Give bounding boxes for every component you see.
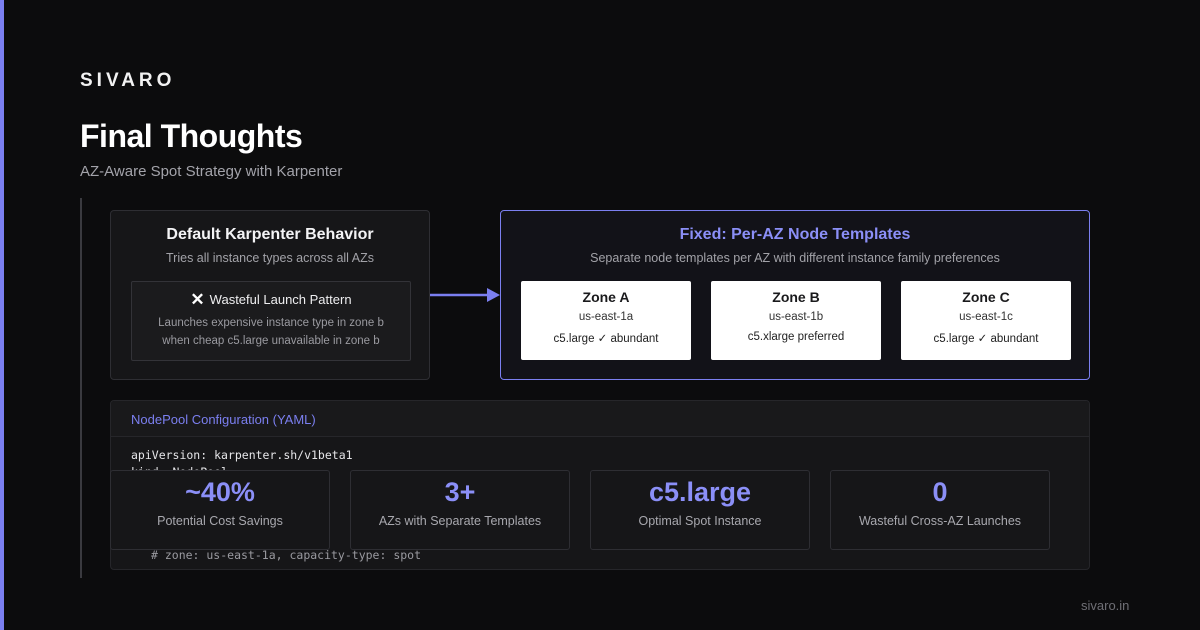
stat-label: AZs with Separate Templates: [378, 514, 542, 528]
default-card-title: Default Karpenter Behavior: [166, 226, 374, 243]
vertical-divider: [80, 198, 82, 578]
wasteful-launch-box: ✕ Wasteful Launch Pattern Launches expen…: [131, 281, 411, 361]
brand-logo: SIVARO: [80, 70, 176, 91]
stat-label: Optimal Spot Instance: [638, 514, 762, 528]
stat-card-cost-savings: ~40% Potential Cost Savings: [110, 470, 330, 550]
zone-card-a: Zone A us-east-1a c5.large ✓ abundant: [521, 281, 691, 360]
zone-name: Zone B: [772, 289, 820, 305]
zone-id: us-east-1c: [959, 311, 1013, 323]
footer-url: sivaro.in: [1081, 598, 1130, 613]
wasteful-launch-description: Launches expensive instance type in zone…: [132, 314, 410, 350]
zone-name: Zone C: [962, 289, 1010, 305]
zone-id: us-east-1b: [768, 311, 824, 323]
fixed-card-title: Fixed: Per-AZ Node Templates: [679, 226, 911, 243]
stat-card-wasteful-launches: 0 Wasteful Cross-AZ Launches: [830, 470, 1050, 550]
wasteful-launch-heading: ✕ Wasteful Launch Pattern: [132, 291, 410, 308]
zone-name: Zone A: [582, 289, 630, 305]
yaml-panel-title: NodePool Configuration (YAML): [111, 401, 1089, 437]
zone-info: c5.xlarge preferred: [747, 331, 845, 343]
fixed-card-subtitle: Separate node templates per AZ with diff…: [590, 251, 1000, 265]
zone-card-b: Zone B us-east-1b c5.xlarge preferred: [711, 281, 881, 360]
zone-info: c5.large ✓ abundant: [933, 333, 1039, 345]
stat-card-optimal-instance: c5.large Optimal Spot Instance: [590, 470, 810, 550]
stat-value: 0: [932, 477, 948, 507]
arrow-right-icon: [430, 288, 500, 302]
yaml-code-block: apiVersion: karpenter.sh/v1beta1 kind: N…: [111, 437, 1089, 562]
default-card-subtitle: Tries all instance types across all AZs: [166, 251, 374, 265]
default-behavior-card: Default Karpenter Behavior Tries all ins…: [110, 210, 430, 380]
yaml-line: apiVersion: karpenter.sh/v1beta1: [131, 448, 353, 462]
zone-info: c5.large ✓ abundant: [553, 333, 659, 345]
accent-bar: [0, 0, 4, 630]
page-title: Final Thoughts: [80, 118, 303, 154]
per-az-templates-card: Fixed: Per-AZ Node Templates Separate no…: [500, 210, 1090, 380]
wasteful-launch-line-1: Launches expensive instance type in zone…: [158, 317, 384, 329]
x-icon: ✕: [190, 290, 205, 309]
stat-value: 3+: [444, 477, 476, 507]
stat-label: Potential Cost Savings: [157, 514, 283, 528]
stat-value: c5.large: [648, 477, 752, 507]
wasteful-launch-title: Wasteful Launch Pattern: [209, 292, 352, 307]
stat-card-az-templates: 3+ AZs with Separate Templates: [350, 470, 570, 550]
zone-card-c: Zone C us-east-1c c5.large ✓ abundant: [901, 281, 1071, 360]
zone-id: us-east-1a: [578, 311, 634, 323]
page-subtitle: AZ-Aware Spot Strategy with Karpenter: [80, 163, 343, 180]
wasteful-launch-line-2: when cheap c5.large unavailable in zone …: [162, 335, 380, 347]
stat-value: ~40%: [185, 477, 255, 507]
stat-label: Wasteful Cross-AZ Launches: [858, 514, 1022, 528]
